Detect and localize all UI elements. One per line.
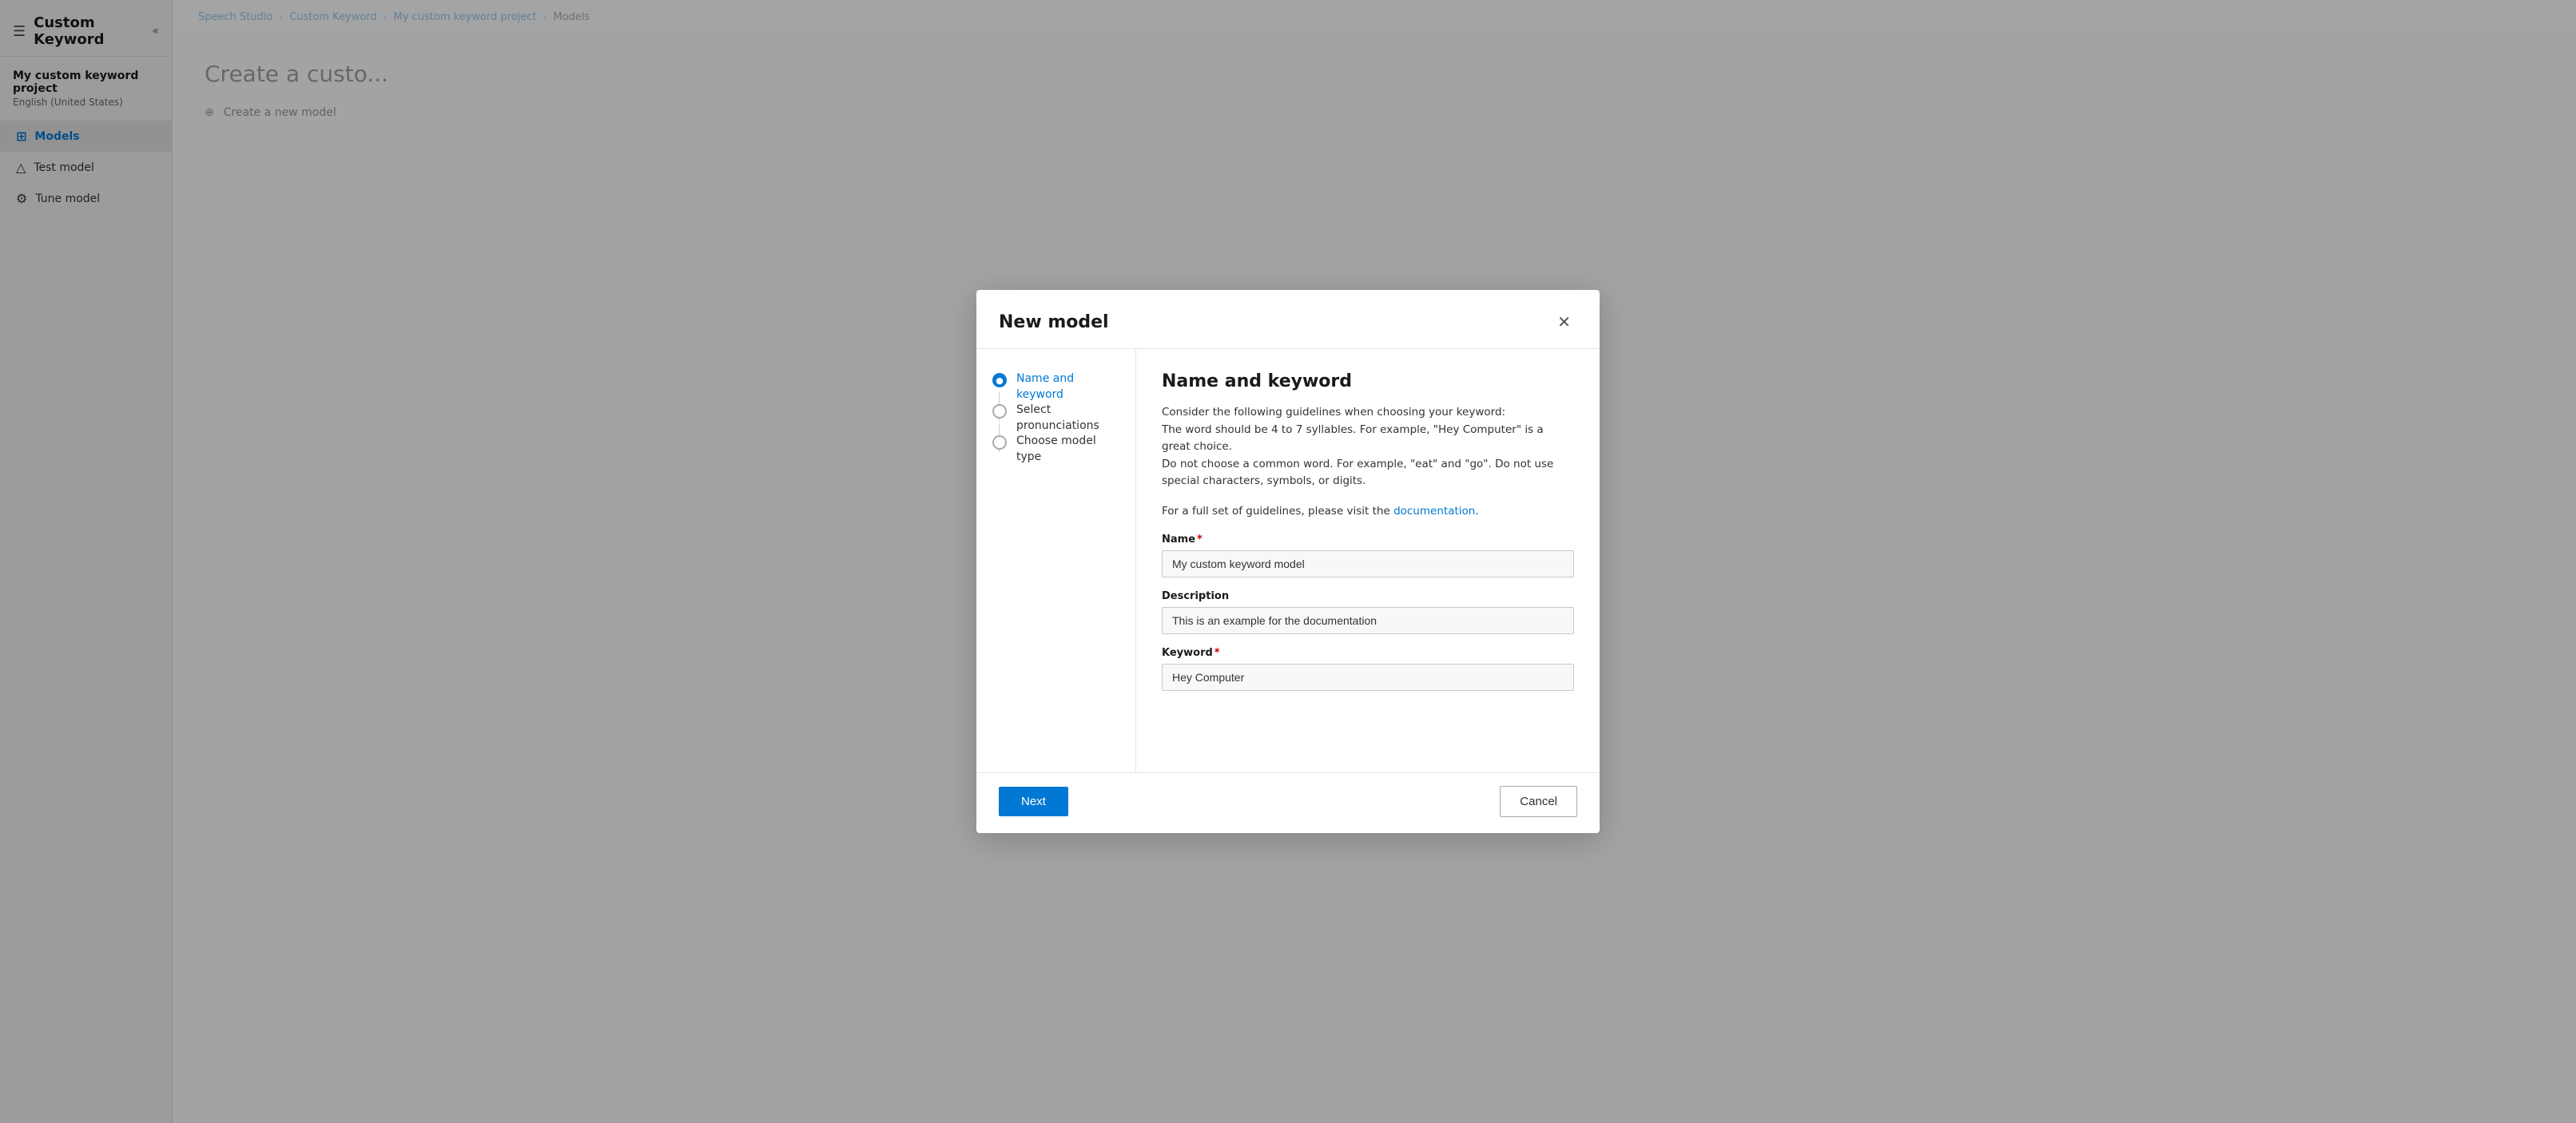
step-circle-3 xyxy=(992,435,1007,450)
description-form-group: Description xyxy=(1162,590,1574,634)
step-circle-1: ● xyxy=(992,373,1007,387)
description-input[interactable] xyxy=(1162,607,1574,634)
keyword-required-star: * xyxy=(1214,647,1220,659)
new-model-dialog: New model ✕ ● Name and keyword Select pr… xyxy=(976,290,1600,833)
dialog-title: New model xyxy=(999,312,1109,332)
guidelines-doc-line: For a full set of guidelines, please vis… xyxy=(1162,503,1574,521)
name-input[interactable] xyxy=(1162,550,1574,577)
step-label-3: Choose model type xyxy=(1016,434,1119,465)
keyword-input[interactable] xyxy=(1162,664,1574,691)
modal-overlay: New model ✕ ● Name and keyword Select pr… xyxy=(0,0,2576,1123)
close-button[interactable]: ✕ xyxy=(1551,309,1577,335)
content-panel: Name and keyword Consider the following … xyxy=(1136,349,1600,772)
content-title: Name and keyword xyxy=(1162,371,1574,391)
step-select-pronunciations[interactable]: Select pronunciations xyxy=(992,403,1119,434)
name-required-star: * xyxy=(1197,534,1203,546)
guideline-line4-prefix: For a full set of guidelines, please vis… xyxy=(1162,505,1393,518)
documentation-link[interactable]: documentation xyxy=(1393,505,1475,518)
name-form-group: Name* xyxy=(1162,534,1574,577)
description-label: Description xyxy=(1162,590,1574,602)
name-label: Name* xyxy=(1162,534,1574,546)
keyword-label: Keyword* xyxy=(1162,647,1574,659)
dialog-body: ● Name and keyword Select pronunciations… xyxy=(976,349,1600,772)
guideline-line2: The word should be 4 to 7 syllables. For… xyxy=(1162,423,1544,454)
guidelines-text: Consider the following guidelines when c… xyxy=(1162,404,1574,490)
cancel-button[interactable]: Cancel xyxy=(1500,786,1577,817)
next-button[interactable]: Next xyxy=(999,787,1068,816)
keyword-form-group: Keyword* xyxy=(1162,647,1574,691)
guideline-line3: Do not choose a common word. For example… xyxy=(1162,458,1553,488)
step-circle-2 xyxy=(992,404,1007,419)
step-name-and-keyword[interactable]: ● Name and keyword xyxy=(992,371,1119,403)
step-label-1: Name and keyword xyxy=(1016,371,1119,403)
step-choose-model-type[interactable]: Choose model type xyxy=(992,434,1119,465)
step-label-2: Select pronunciations xyxy=(1016,403,1119,434)
dialog-footer: Next Cancel xyxy=(976,772,1600,833)
guideline-line4-suffix: . xyxy=(1475,505,1478,518)
guideline-line1: Consider the following guidelines when c… xyxy=(1162,406,1505,419)
dialog-header: New model ✕ xyxy=(976,290,1600,349)
steps-panel: ● Name and keyword Select pronunciations… xyxy=(976,349,1136,772)
